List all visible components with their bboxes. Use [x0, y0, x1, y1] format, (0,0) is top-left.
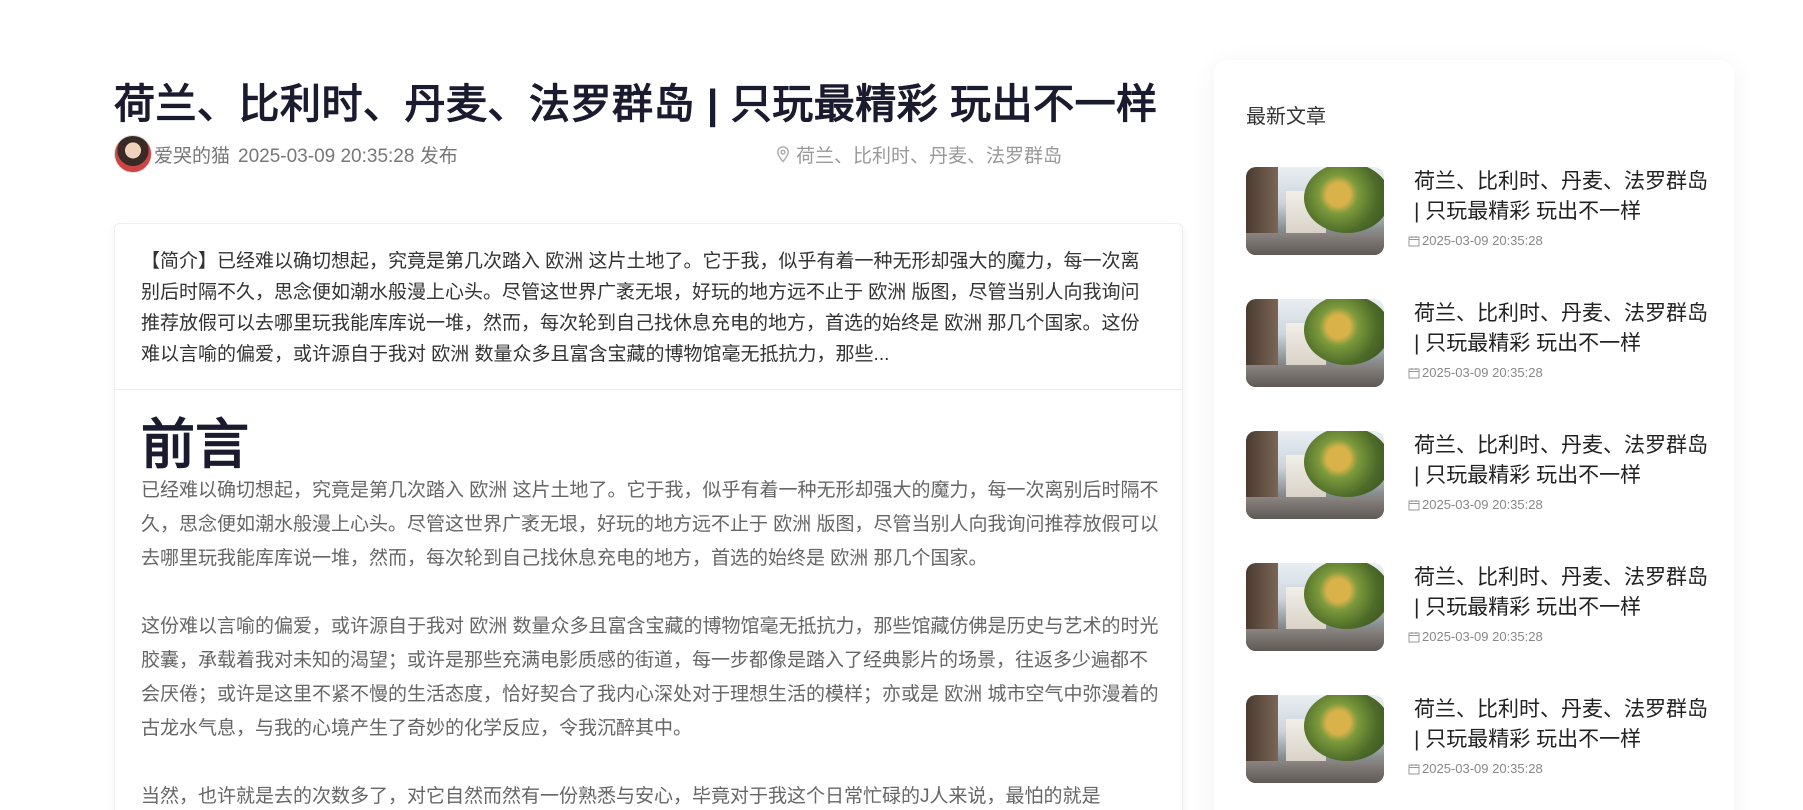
recent-article-item[interactable]: 荷兰、比利时、丹麦、法罗群岛 | 只玩最精彩 玩出不一样 2025-03-09 … [1246, 431, 1716, 519]
recent-article-date: 2025-03-09 20:35:28 [1408, 761, 1543, 776]
recent-article-thumbnail[interactable] [1246, 299, 1384, 387]
body-paragraph: 这份难以言喻的偏爱，或许源自于我对 欧洲 数量众多且富含宝藏的博物馆毫无抵抗力，… [141, 616, 1159, 739]
calendar-icon [1408, 631, 1420, 642]
author-name[interactable]: 爱哭的猫 [154, 141, 230, 168]
recent-articles-sidebar: 最新文章 荷兰、比利时、丹麦、法罗群岛 | 只玩最精彩 玩出不一样 2025-0… [1214, 60, 1734, 810]
recent-article-title[interactable]: 荷兰、比利时、丹麦、法罗群岛 | 只玩最精彩 玩出不一样 [1414, 695, 1714, 755]
recent-article-item[interactable]: 荷兰、比利时、丹麦、法罗群岛 | 只玩最精彩 玩出不一样 2025-03-09 … [1246, 563, 1716, 651]
section-heading: 前言 [141, 415, 249, 475]
recent-article-date: 2025-03-09 20:35:28 [1408, 233, 1543, 248]
article-location[interactable]: 荷兰、比利时、丹麦、法罗群岛 [776, 141, 1062, 168]
body-paragraph: 当然，也许就是去的次数多了，对它自然而然有一份熟悉与安心，毕竟对于我这个日常忙碌… [141, 786, 1101, 807]
recent-article-date: 2025-03-09 20:35:28 [1408, 629, 1543, 644]
article-title: 荷兰、比利时、丹麦、法罗群岛 | 只玩最精彩 玩出不一样 [114, 81, 1158, 127]
recent-article-date: 2025-03-09 20:35:28 [1408, 497, 1543, 512]
recent-article-date-text: 2025-03-09 20:35:28 [1422, 233, 1543, 248]
article-body: 已经难以确切想起，究竟是第几次踏入 欧洲 这片土地了。它于我，似乎有着一种无形却… [141, 474, 1161, 810]
recent-article-title[interactable]: 荷兰、比利时、丹麦、法罗群岛 | 只玩最精彩 玩出不一样 [1414, 563, 1714, 623]
recent-article-date-text: 2025-03-09 20:35:28 [1422, 761, 1543, 776]
recent-article-item[interactable]: 荷兰、比利时、丹麦、法罗群岛 | 只玩最精彩 玩出不一样 2025-03-09 … [1246, 299, 1716, 387]
recent-article-item[interactable]: 荷兰、比利时、丹麦、法罗群岛 | 只玩最精彩 玩出不一样 2025-03-09 … [1246, 167, 1716, 255]
recent-article-title[interactable]: 荷兰、比利时、丹麦、法罗群岛 | 只玩最精彩 玩出不一样 [1414, 299, 1714, 359]
location-text: 荷兰、比利时、丹麦、法罗群岛 [795, 145, 1062, 167]
article-meta: 爱哭的猫 2025-03-09 20:35:28 发布 荷兰、比利时、丹麦、法罗… [114, 134, 1062, 174]
body-paragraph: 已经难以确切想起，究竟是第几次踏入 欧洲 这片土地了。它于我，似乎有着一种无形却… [141, 480, 1159, 569]
recent-article-date: 2025-03-09 20:35:28 [1408, 365, 1543, 380]
recent-article-thumbnail[interactable] [1246, 563, 1384, 651]
recent-article-thumbnail[interactable] [1246, 431, 1384, 519]
publish-date-value: 2025-03-09 20:35:28 [238, 145, 415, 167]
article-summary: 【简介】已经难以确切想起，究竟是第几次踏入 欧洲 这片土地了。它于我，似乎有着一… [115, 224, 1182, 390]
calendar-icon [1408, 235, 1420, 246]
recent-article-date-text: 2025-03-09 20:35:28 [1422, 497, 1543, 512]
recent-article-title[interactable]: 荷兰、比利时、丹麦、法罗群岛 | 只玩最精彩 玩出不一样 [1414, 167, 1714, 227]
recent-article-title[interactable]: 荷兰、比利时、丹麦、法罗群岛 | 只玩最精彩 玩出不一样 [1414, 431, 1714, 491]
sidebar-title: 最新文章 [1246, 106, 1326, 128]
recent-article-thumbnail[interactable] [1246, 167, 1384, 255]
calendar-icon [1408, 499, 1420, 510]
recent-article-date-text: 2025-03-09 20:35:28 [1422, 629, 1543, 644]
publish-suffix: 发布 [419, 145, 458, 167]
map-pin-icon [777, 145, 789, 163]
recent-article-item[interactable]: 荷兰、比利时、丹麦、法罗群岛 | 只玩最精彩 玩出不一样 2025-03-09 … [1246, 695, 1716, 783]
calendar-icon [1408, 367, 1420, 378]
calendar-icon [1408, 763, 1420, 774]
recent-article-thumbnail[interactable] [1246, 695, 1384, 783]
article-content-card: 【简介】已经难以确切想起，究竟是第几次踏入 欧洲 这片土地了。它于我，似乎有着一… [114, 223, 1183, 810]
publish-date: 2025-03-09 20:35:28 发布 [238, 141, 458, 168]
recent-article-date-text: 2025-03-09 20:35:28 [1422, 365, 1543, 380]
author-avatar[interactable] [114, 135, 152, 173]
article-page: 荷兰、比利时、丹麦、法罗群岛 | 只玩最精彩 玩出不一样 爱哭的猫 2025-0… [0, 0, 1803, 810]
